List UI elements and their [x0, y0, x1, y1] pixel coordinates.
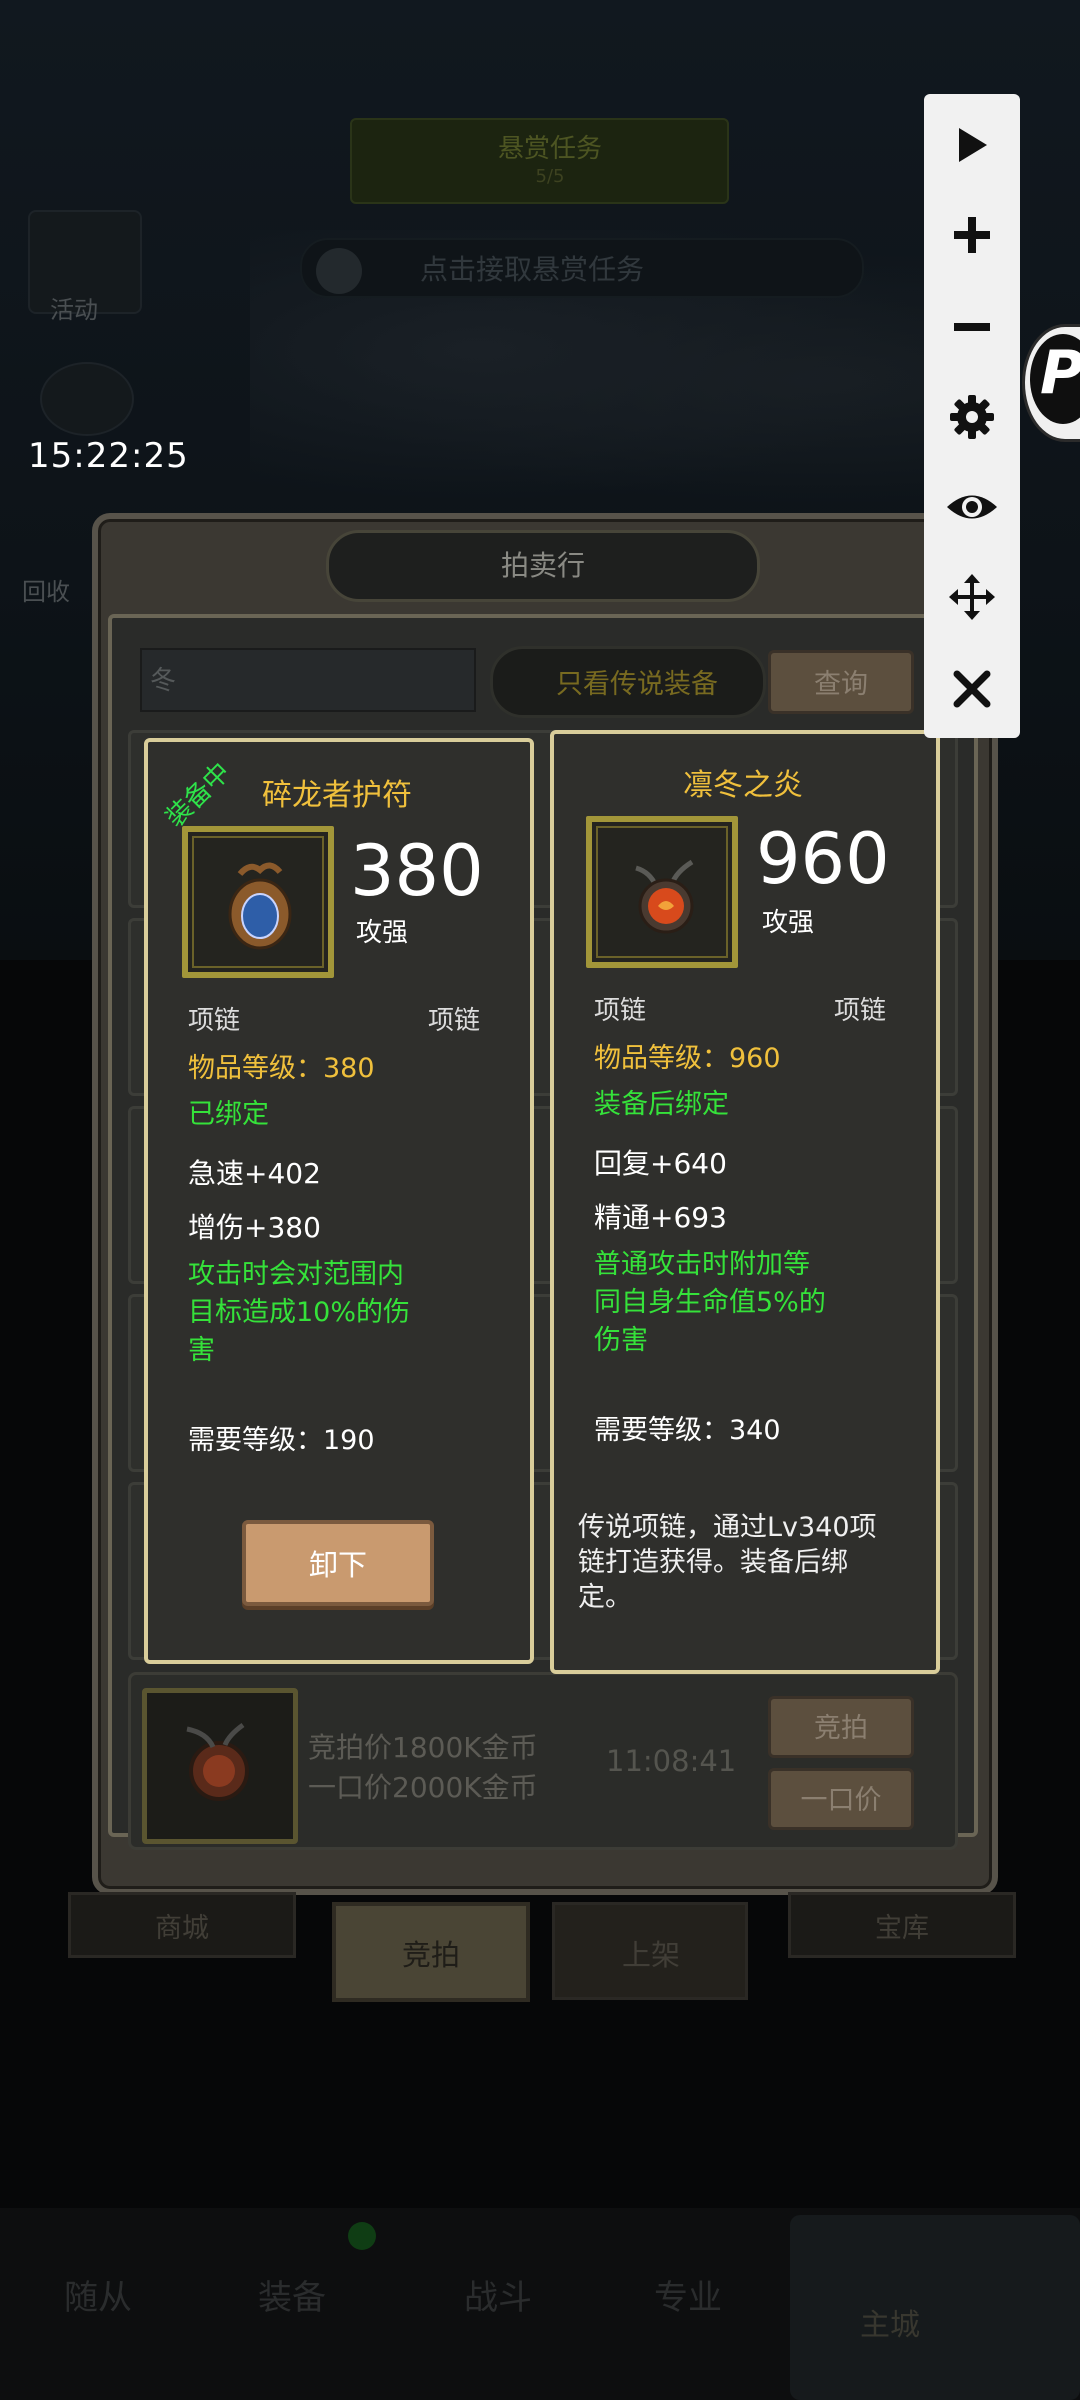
compare-item-type: 项链 [594, 996, 647, 1026]
nav-equipment[interactable]: 装备 [212, 2270, 372, 2319]
equipped-item-value: 380 [350, 830, 484, 912]
equipped-req-level: 需要等级：190 [188, 1425, 375, 1456]
nav-followers[interactable]: 随从 [18, 2270, 178, 2319]
compare-req-level: 需要等级：340 [594, 1415, 781, 1446]
bid-button-label: 竞拍 [814, 1713, 868, 1744]
activity-label: 活动 [50, 296, 98, 324]
move-icon[interactable] [924, 552, 1020, 642]
compare-item-bind: 装备后绑定 [594, 1089, 729, 1120]
listing-buyout-price: 一口价2000K金币 [308, 1771, 538, 1804]
gear-icon[interactable] [924, 372, 1020, 462]
nav-home-label: 主城 [860, 2308, 920, 2343]
bounty-count: 5/5 [535, 166, 565, 187]
nav-home-button[interactable] [790, 2215, 1080, 2400]
recycle-label: 回收 [22, 578, 70, 606]
equipped-attr: 增伤+380 [188, 1211, 321, 1244]
bounty-title: 悬赏任务 [497, 134, 602, 164]
floating-ball-letter: P [1040, 338, 1080, 408]
bounty-task-icon [316, 248, 362, 294]
equipped-attr: 急速+402 [188, 1157, 321, 1190]
status-clock: 15:22:25 [28, 436, 189, 476]
equipped-item-name: 碎龙者护符 [262, 778, 412, 813]
search-input-value: 冬 [150, 666, 177, 696]
compare-attr: 精通+693 [594, 1201, 727, 1234]
tab-list-item-label: 上架 [621, 1938, 680, 1972]
nav-profession[interactable]: 专业 [608, 2270, 768, 2319]
compare-effect: 普通攻击时附加等 同自身生命值5%的 伤害 [594, 1249, 826, 1356]
bounty-task-label: 点击接取悬赏任务 [420, 253, 645, 286]
auction-title: 拍卖行 [500, 549, 585, 582]
listing-bid-price: 竞拍价1800K金币 [308, 1731, 538, 1764]
close-icon[interactable] [924, 644, 1020, 734]
equipped-item-level: 物品等级：380 [188, 1053, 375, 1084]
unequip-button-label: 卸下 [308, 1548, 367, 1582]
equipped-item-type: 项链 [188, 1006, 241, 1036]
compare-attr: 回复+640 [594, 1147, 727, 1180]
equipped-item-bind: 已绑定 [188, 1099, 269, 1130]
compare-item-stat: 攻强 [762, 908, 815, 938]
compare-item-name: 凛冬之炎 [683, 768, 803, 803]
play-icon[interactable] [924, 100, 1020, 190]
minus-icon[interactable] [924, 282, 1020, 372]
search-input[interactable] [140, 648, 476, 712]
necklace-icon [142, 1688, 298, 1844]
flame-pendant-icon [586, 816, 738, 968]
tab-vault-label: 宝库 [875, 1913, 929, 1944]
tab-shop-label: 商城 [155, 1913, 209, 1944]
compare-item-slot: 项链 [834, 996, 887, 1026]
amulet-icon [182, 826, 334, 978]
compare-item-value: 960 [756, 818, 890, 900]
tab-bid-label: 竞拍 [401, 1938, 460, 1972]
equipped-effect: 攻击时会对范围内 目标造成10%的伤 害 [188, 1259, 411, 1366]
nav-battle[interactable]: 战斗 [418, 2270, 578, 2319]
equipped-item-stat: 攻强 [356, 918, 409, 948]
query-button-label: 查询 [814, 669, 868, 700]
coin-icon [40, 362, 134, 436]
plus-icon[interactable] [924, 190, 1020, 280]
legend-only-label: 只看传说装备 [556, 669, 718, 700]
eye-icon[interactable] [924, 462, 1020, 552]
compare-flavor-text: 传说项链，通过Lv340项 链打造获得。装备后绑 定。 [578, 1512, 877, 1613]
notification-badge [348, 2222, 376, 2250]
compare-item-level: 物品等级：960 [594, 1043, 781, 1074]
equipped-item-slot: 项链 [428, 1006, 481, 1036]
listing-time-left: 11:08:41 [606, 1744, 737, 1778]
buyout-button-label: 一口价 [800, 1785, 882, 1816]
